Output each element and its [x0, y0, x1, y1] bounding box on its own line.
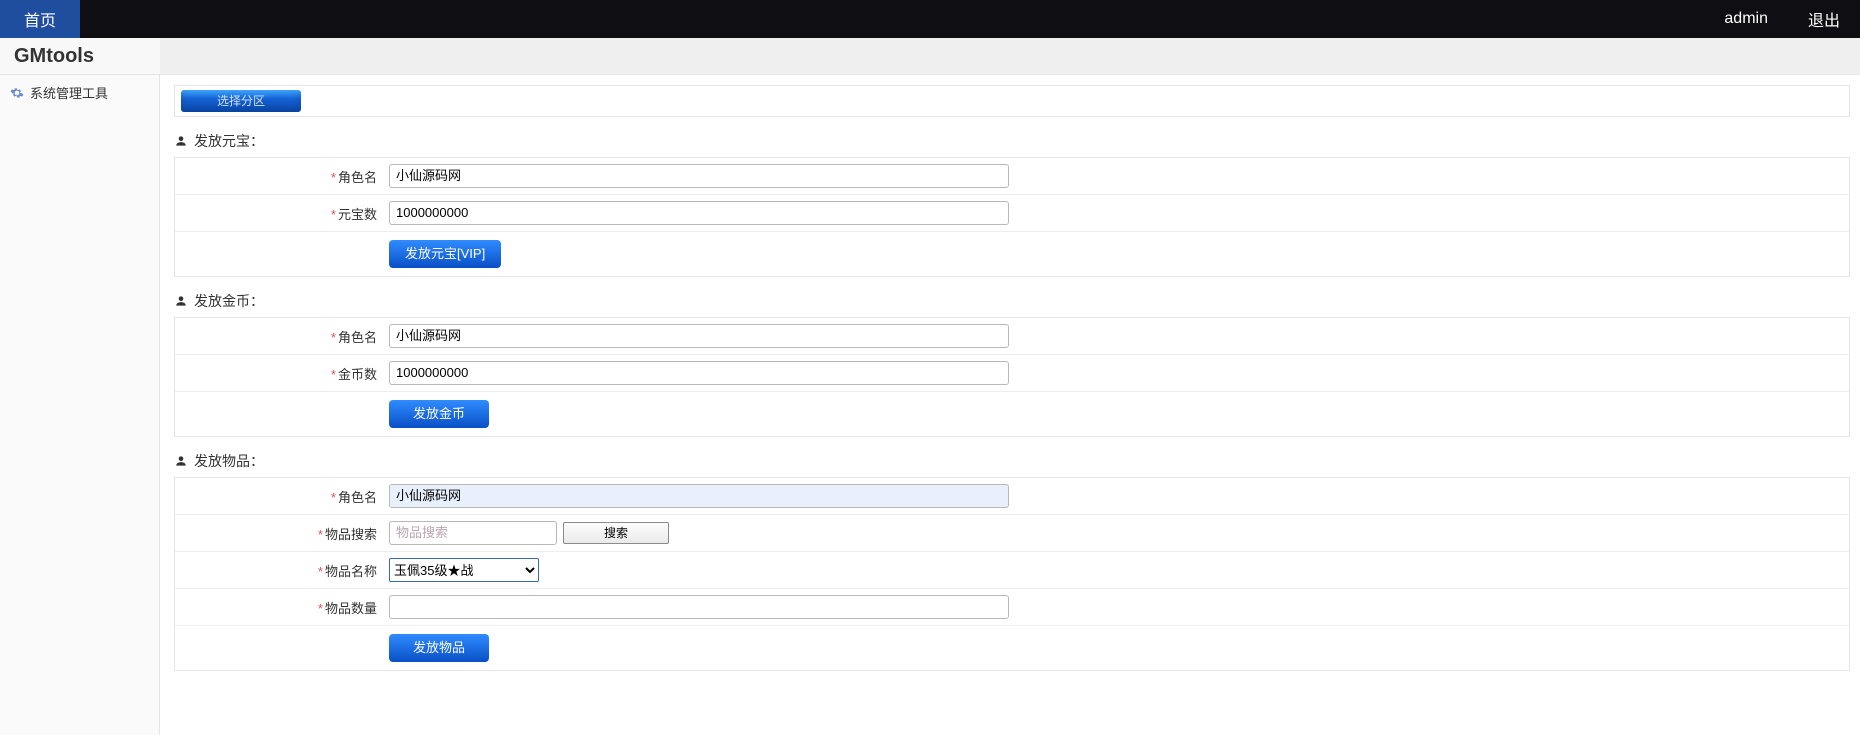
panel-yuanbao: *角色名 *元宝数 发放元宝[VIP] [174, 157, 1850, 277]
label-text: 物品数量 [325, 601, 377, 616]
required-star: * [331, 490, 336, 505]
brand-title-text: GMtools [14, 45, 94, 68]
admin-link[interactable]: admin [1704, 0, 1788, 38]
input-item-qty[interactable] [389, 595, 1009, 619]
person-icon [174, 294, 188, 308]
button-label: 搜索 [604, 526, 628, 540]
input-gold-role[interactable] [389, 324, 1009, 348]
section-title-text: 发放金币： [194, 291, 264, 311]
zone-select-pill-label: 选择分区 [217, 94, 265, 108]
button-label: 发放物品 [413, 640, 465, 655]
row-item-qty: *物品数量 [175, 588, 1849, 625]
button-label: 发放元宝[VIP] [405, 246, 485, 261]
required-star: * [318, 527, 323, 542]
zone-select-pill[interactable]: 选择分区 [181, 90, 301, 112]
sidebar-item-system-tools[interactable]: 系统管理工具 [0, 75, 159, 110]
label-text: 角色名 [338, 170, 377, 185]
label-yuanbao-role: *角色名 [175, 167, 385, 186]
row-gold-button: 发放金币 [175, 391, 1849, 436]
label-gold-amount: *金币数 [175, 364, 385, 383]
sidebar-item-label: 系统管理工具 [30, 83, 108, 102]
input-item-search[interactable] [389, 521, 557, 545]
row-yuanbao-button: 发放元宝[VIP] [175, 231, 1849, 276]
person-icon [174, 134, 188, 148]
label-text: 角色名 [338, 330, 377, 345]
label-item-search: *物品搜索 [175, 524, 385, 543]
label-text: 角色名 [338, 490, 377, 505]
home-tab[interactable]: 首页 [0, 0, 80, 38]
row-gold-role: *角色名 [175, 318, 1849, 354]
label-text: 元宝数 [338, 207, 377, 222]
required-star: * [331, 207, 336, 222]
zone-bar: 选择分区 [174, 85, 1850, 117]
brand-bar: GMtools [0, 38, 1860, 75]
required-star: * [318, 601, 323, 616]
row-item-role: *角色名 [175, 478, 1849, 514]
brand-title: GMtools [0, 38, 160, 74]
label-text: 金币数 [338, 367, 377, 382]
section-title-text: 发放元宝： [194, 131, 264, 151]
logout-link[interactable]: 退出 [1788, 0, 1860, 38]
select-item-name[interactable]: 玉佩35级★战 [389, 558, 539, 582]
gear-icon [10, 86, 24, 100]
row-item-name: *物品名称 玉佩35级★战 [175, 551, 1849, 588]
label-item-name: *物品名称 [175, 561, 385, 580]
brand-bar-rest [160, 38, 1860, 74]
required-star: * [331, 367, 336, 382]
label-gold-role: *角色名 [175, 327, 385, 346]
section-title-gold: 发放金币： [174, 291, 1850, 311]
input-gold-amount[interactable] [389, 361, 1009, 385]
logout-link-label: 退出 [1808, 7, 1840, 31]
label-yuanbao-amount: *元宝数 [175, 204, 385, 223]
button-send-gold[interactable]: 发放金币 [389, 400, 489, 428]
topbar-spacer [80, 0, 1704, 38]
topbar: 首页 admin 退出 [0, 0, 1860, 38]
required-star: * [331, 170, 336, 185]
content: 选择分区 发放元宝： *角色名 *元宝数 [160, 75, 1860, 681]
required-star: * [331, 330, 336, 345]
section-title-item: 发放物品： [174, 451, 1850, 471]
label-item-role: *角色名 [175, 487, 385, 506]
panel-gold: *角色名 *金币数 发放金币 [174, 317, 1850, 437]
required-star: * [318, 564, 323, 579]
row-item-search: *物品搜索 搜索 [175, 514, 1849, 551]
label-text: 物品名称 [325, 564, 377, 579]
admin-link-label: admin [1724, 10, 1768, 28]
input-yuanbao-role[interactable] [389, 164, 1009, 188]
button-send-yuanbao[interactable]: 发放元宝[VIP] [389, 240, 501, 268]
sidebar: 系统管理工具 [0, 75, 160, 735]
home-tab-label: 首页 [24, 7, 56, 31]
person-icon [174, 454, 188, 468]
label-item-qty: *物品数量 [175, 598, 385, 617]
input-item-role[interactable] [389, 484, 1009, 508]
input-yuanbao-amount[interactable] [389, 201, 1009, 225]
row-yuanbao-role: *角色名 [175, 158, 1849, 194]
row-yuanbao-amount: *元宝数 [175, 194, 1849, 231]
row-gold-amount: *金币数 [175, 354, 1849, 391]
body: 系统管理工具 选择分区 发放元宝： *角色名 [0, 75, 1860, 735]
row-item-button: 发放物品 [175, 625, 1849, 670]
section-title-yuanbao: 发放元宝： [174, 131, 1850, 151]
button-label: 发放金币 [413, 406, 465, 421]
button-item-search[interactable]: 搜索 [563, 522, 669, 544]
section-title-text: 发放物品： [194, 451, 264, 471]
button-send-item[interactable]: 发放物品 [389, 634, 489, 662]
label-text: 物品搜索 [325, 527, 377, 542]
panel-item: *角色名 *物品搜索 搜索 *物品名称 [174, 477, 1850, 671]
